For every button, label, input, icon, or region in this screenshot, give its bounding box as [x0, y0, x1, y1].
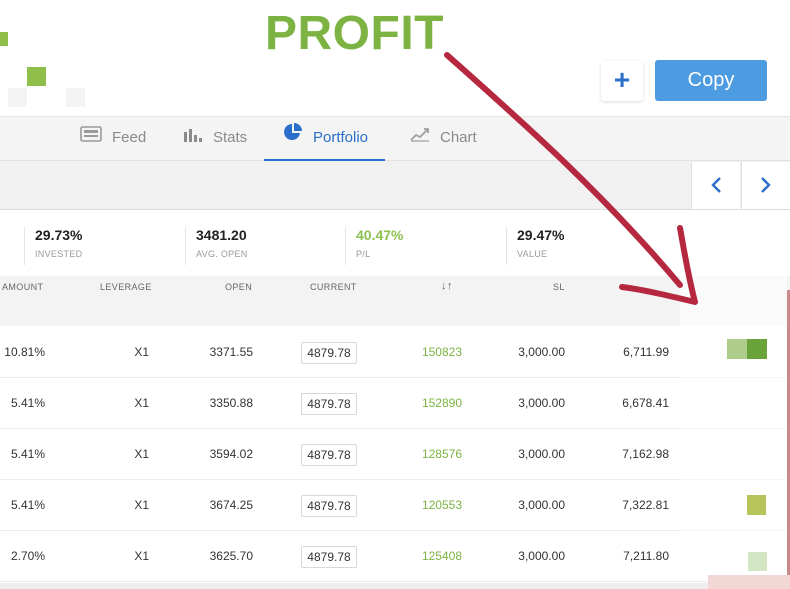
annotation-arrow: [444, 52, 698, 305]
